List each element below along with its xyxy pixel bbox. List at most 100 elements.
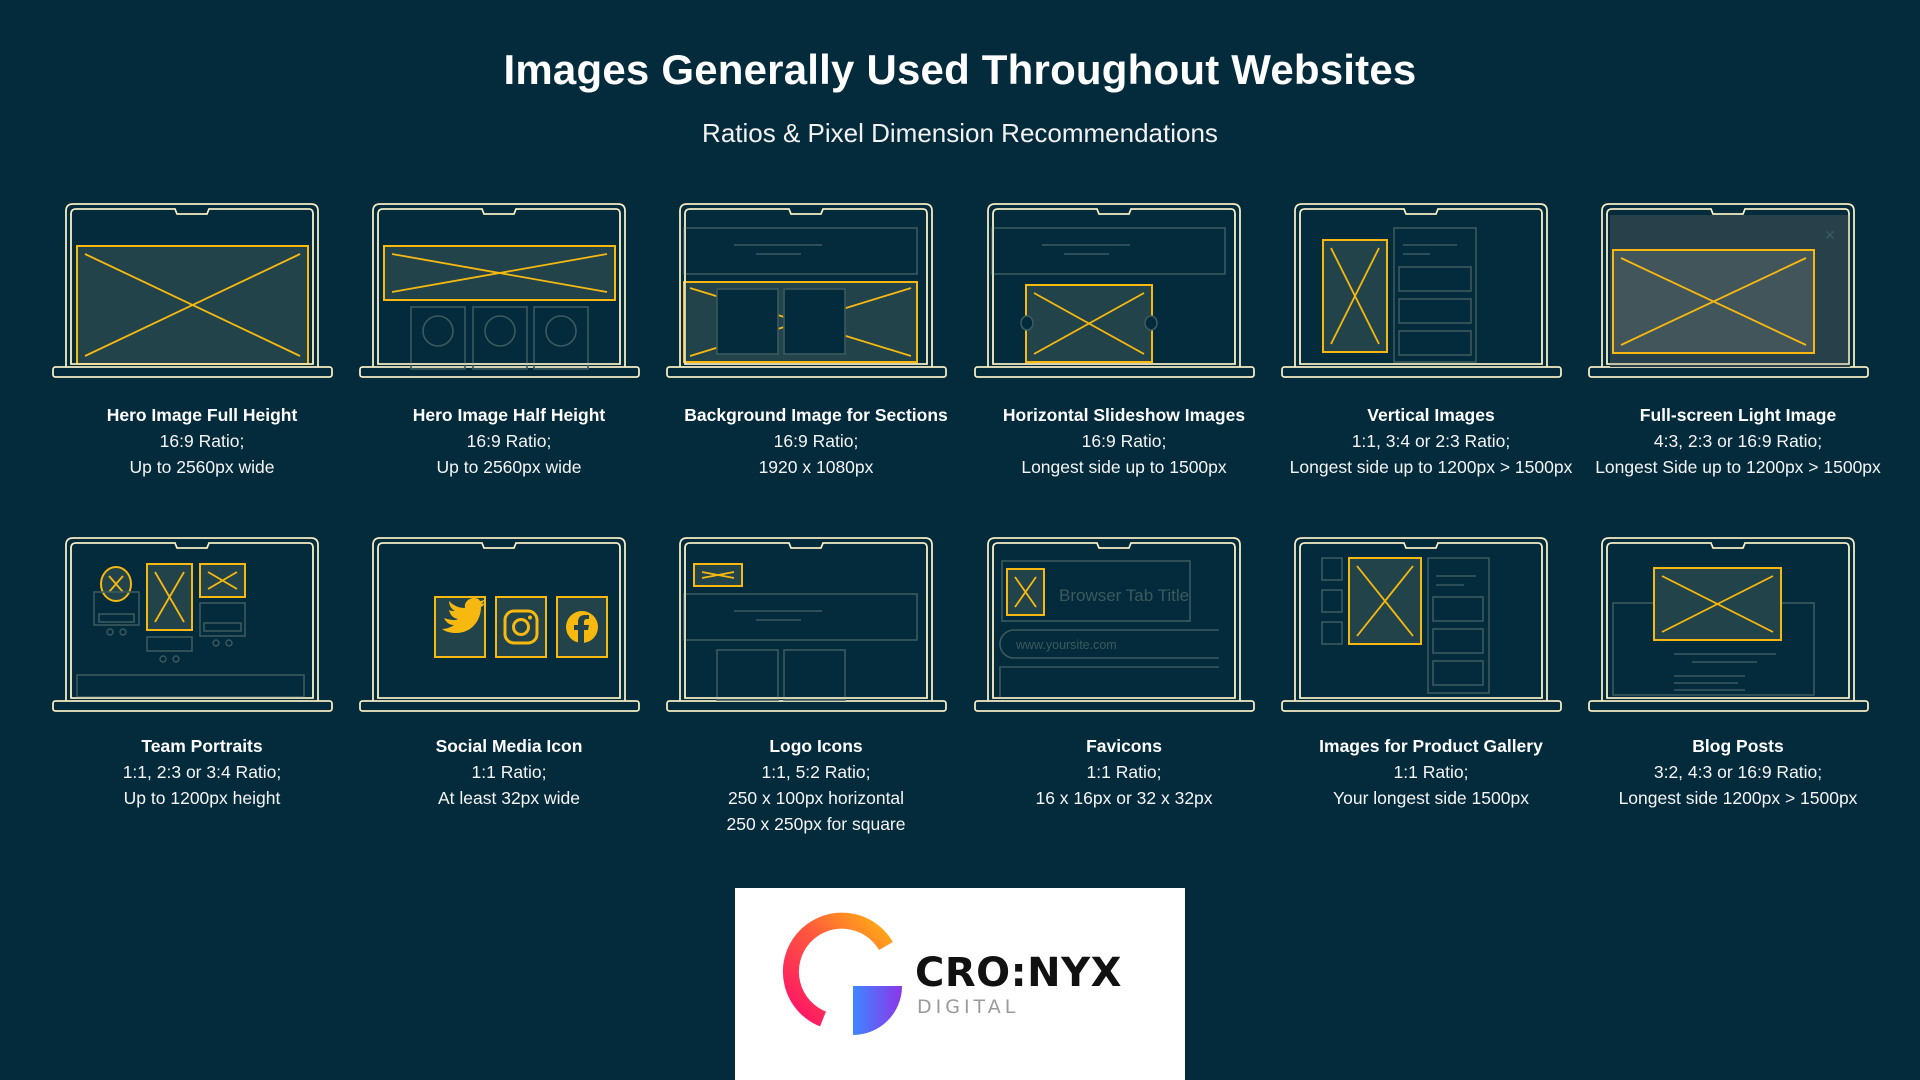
vertical-image-placeholder	[1322, 239, 1388, 353]
card-detail-line: 16:9 Ratio;	[159, 431, 245, 451]
card-title: Horizontal Slideshow Images	[1002, 405, 1246, 425]
card-detail-line: 4:3, 2:3 or 16:9 Ratio;	[1653, 431, 1823, 451]
laptop-base	[1588, 700, 1869, 712]
laptop-mockup-icon	[1281, 537, 1562, 712]
laptop-mockup-icon	[359, 203, 640, 378]
facebook-icon	[556, 596, 608, 658]
slide-next-icon	[1144, 315, 1158, 331]
card-caption: Team Portraits 1:1, 2:3 or 3:4 Ratio; Up t…	[32, 733, 372, 811]
card-title: Hero Image Half Height	[412, 405, 606, 425]
card-detail-line: 16:9 Ratio;	[466, 431, 552, 451]
portrait-tall-placeholder	[146, 563, 193, 631]
social-dot	[119, 628, 127, 636]
card-caption: Hero Image Half Height 16:9 Ratio; Up to 2…	[339, 402, 679, 480]
laptop-base	[1588, 366, 1869, 378]
card-detail-line: 1:1, 3:4 or 2:3 Ratio;	[1351, 431, 1511, 451]
content-block	[1398, 266, 1472, 292]
screen-content	[683, 563, 918, 701]
card-caption: Vertical Images 1:1, 3:4 or 2:3 Ratio; Lon…	[1261, 402, 1601, 480]
card-title: Social Media Icon	[435, 736, 583, 756]
card-detail-line: Longest side up to 1500px	[1021, 457, 1227, 477]
product-image-placeholder	[1348, 557, 1422, 645]
laptop-base	[359, 700, 640, 712]
screen-content: ✕	[1610, 215, 1850, 367]
card-detail-line: Up to 1200px height	[123, 788, 281, 808]
fullscreen-image-placeholder	[1612, 249, 1815, 354]
card-detail-line: Your longest side 1500px	[1333, 788, 1529, 808]
social-dot	[106, 628, 114, 636]
page-subtitle: Ratios & Pixel Dimension Recommendations	[702, 118, 1218, 148]
card-title: Favicons	[1086, 736, 1162, 756]
card-detail-line: Longest side 1200px > 1500px	[1618, 788, 1858, 808]
slideshow-image-placeholder	[1025, 284, 1153, 363]
social-dot	[172, 655, 180, 663]
card-title: Background Image for Sections	[684, 405, 948, 425]
card-caption: Images for Product Gallery 1:1 Ratio; Your…	[1261, 733, 1601, 811]
footer-bar	[76, 674, 305, 698]
name-field	[203, 622, 242, 632]
card-title: Logo Icons	[769, 736, 863, 756]
hero-image-placeholder	[383, 245, 616, 301]
screen-content	[683, 227, 918, 363]
laptop-base	[974, 700, 1255, 712]
blog-image-placeholder	[1653, 567, 1782, 641]
card-detail-line: 1:1 Ratio;	[1086, 762, 1162, 782]
laptop-mockup-icon	[974, 203, 1255, 378]
card-detail-line: Up to 2560px wide	[129, 457, 275, 477]
team-card	[472, 306, 528, 370]
section-header	[683, 593, 918, 641]
team-card	[410, 306, 466, 370]
card-title: Hero Image Full Height	[106, 405, 298, 425]
social-dot	[212, 639, 220, 647]
browser-tab-title: Browser Tab Title	[1059, 586, 1189, 605]
page-body	[999, 666, 1219, 698]
card-detail-line: 16 x 16px or 32 x 32px	[1035, 788, 1213, 808]
card-title: Full-screen Light Image	[1639, 405, 1837, 425]
card-detail-line: 1:1, 5:2 Ratio;	[761, 762, 871, 782]
content-panel	[783, 288, 846, 355]
card-detail-line: Longest side up to 1200px > 1500px	[1289, 457, 1573, 477]
laptop-base	[52, 366, 333, 378]
name-field	[98, 613, 135, 623]
laptop-base	[666, 366, 947, 378]
card-title: Blog Posts	[1692, 736, 1784, 756]
screen-content	[383, 245, 616, 370]
content-panel	[783, 649, 846, 701]
logo-wordmark: CRO:NYX	[915, 950, 1122, 996]
laptop-mockup-icon	[359, 537, 640, 712]
card-detail-line: At least 32px wide	[437, 788, 581, 808]
twitter-icon	[434, 596, 486, 658]
laptop-mockup-icon	[1281, 203, 1562, 378]
card-detail-line: Up to 2560px wide	[436, 457, 582, 477]
url-text: www.yoursite.com	[1015, 638, 1117, 652]
page-title: Images Generally Used Throughout Website…	[503, 46, 1417, 93]
screen-content	[434, 596, 608, 658]
portrait-wide-placeholder	[199, 563, 246, 598]
card-caption: Horizontal Slideshow Images 16:9 Ratio; Lo…	[954, 402, 1294, 480]
laptop-base	[1281, 366, 1562, 378]
card-detail-line: 250 x 250px for square	[726, 814, 906, 834]
screen-content	[991, 227, 1226, 363]
content-block	[1398, 330, 1472, 356]
card-detail-line: Longest Side up to 1200px > 1500px	[1595, 457, 1881, 477]
screen-content	[1322, 227, 1477, 363]
laptop-mockup-icon	[52, 203, 333, 378]
social-dot	[225, 639, 233, 647]
laptop-mockup-icon	[1588, 537, 1869, 712]
product-details-panel	[1427, 557, 1490, 694]
section-header	[991, 227, 1226, 275]
option-block	[1432, 660, 1484, 686]
laptop-base	[1281, 700, 1562, 712]
card-caption: Hero Image Full Height 16:9 Ratio; Up to 2…	[32, 402, 372, 480]
card-title: Team Portraits	[141, 736, 263, 756]
screen-content	[76, 563, 305, 698]
card-detail-line: 1:1 Ratio;	[1393, 762, 1469, 782]
laptop-mockup-icon	[666, 203, 947, 378]
card-detail-line: 250 x 100px horizontal	[727, 788, 905, 808]
screen-content	[1612, 567, 1815, 696]
logo-image-placeholder	[693, 563, 743, 587]
card-caption: Full-screen Light Image 4:3, 2:3 or 16:9 …	[1568, 402, 1908, 480]
screen-content	[1321, 557, 1490, 694]
card-detail-line: 16:9 Ratio;	[773, 431, 859, 451]
instagram-icon	[495, 596, 547, 658]
